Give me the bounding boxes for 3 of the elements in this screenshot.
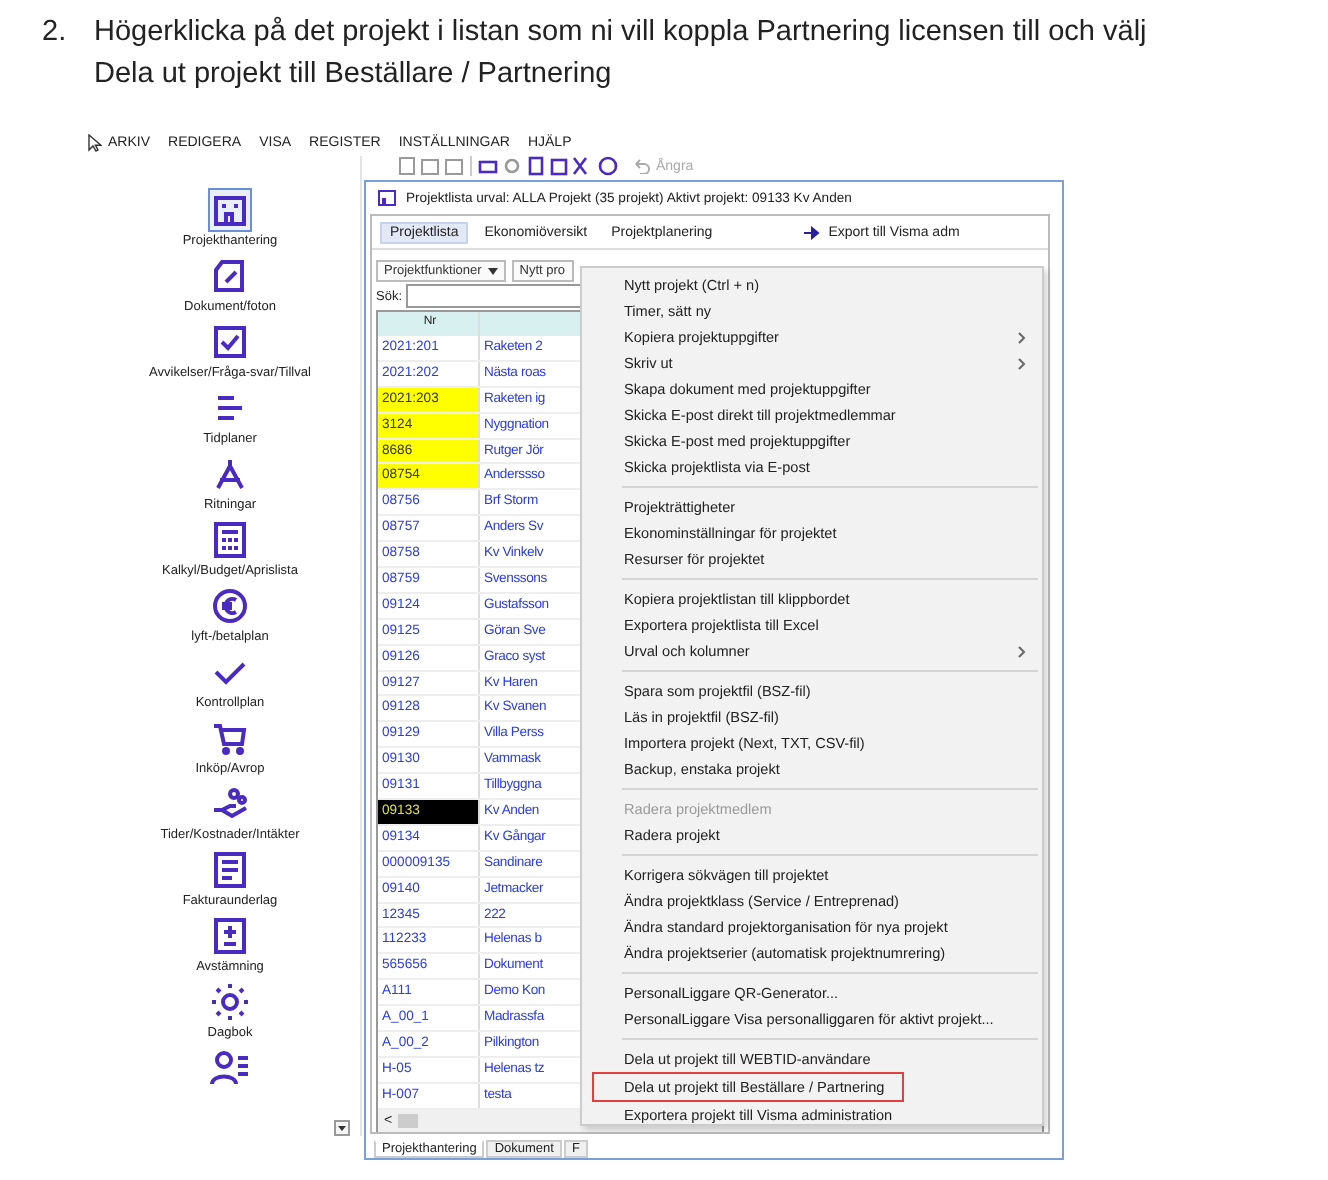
instruction-text: Dela ut projekt till Beställare / Partnering	[94, 56, 614, 94]
step-number: 2.	[42, 14, 69, 52]
instruction-text: Högerklicka på det projekt i listan som ni vill koppla Partnering licensen till och välj	[94, 14, 1147, 52]
